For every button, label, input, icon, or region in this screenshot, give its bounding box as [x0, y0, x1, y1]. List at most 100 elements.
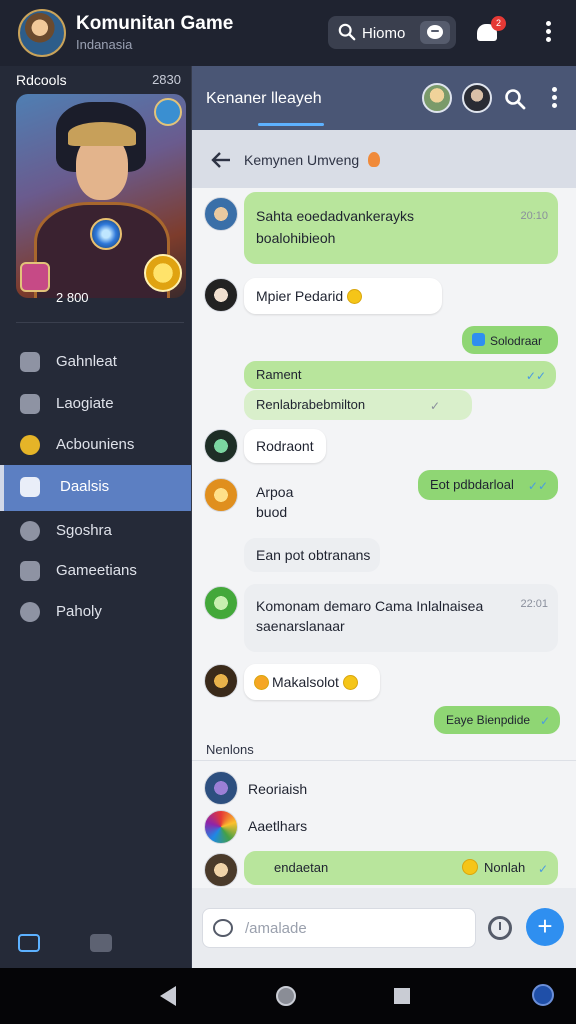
sidebar-item-acbouniens[interactable]: Acbouniens — [0, 423, 191, 467]
sidebar-item-label: Paholy — [56, 603, 102, 620]
mention-item[interactable]: Reoriaish — [248, 781, 307, 797]
message-text: Eot pdbdarloal — [430, 477, 514, 492]
timer-icon[interactable] — [488, 916, 512, 940]
message-text: Renlabrabebmilton — [256, 397, 366, 412]
avatar[interactable] — [204, 429, 238, 463]
sidebar-item-label: Laogiate — [56, 395, 114, 412]
message-text: buod — [256, 504, 288, 520]
message-text: endaetan — [274, 860, 329, 875]
edit-icon[interactable] — [18, 934, 40, 952]
message-text: Mpier Pedarid — [256, 286, 363, 306]
system-nav-bar — [0, 968, 576, 1024]
nav-recents-icon[interactable] — [394, 988, 410, 1004]
message-text: Rodraont — [256, 438, 314, 454]
mini-avatar-icon — [20, 262, 50, 292]
avatar[interactable] — [204, 664, 238, 698]
chart-icon — [20, 394, 40, 414]
app-title: Komunitan Game — [76, 13, 234, 34]
badge-icon — [20, 435, 40, 455]
home-icon — [20, 477, 40, 497]
read-check-icon: ✓✓ — [525, 369, 546, 383]
message-bubble[interactable]: Sahta eoedadvankerayks boalohibieoh 20:1… — [244, 192, 558, 264]
smile-emoji-icon — [462, 859, 478, 875]
add-button[interactable]: + — [526, 908, 564, 946]
sidebar-item-gahnleat[interactable]: Gahnleat — [0, 340, 191, 384]
mentions-section-label: Nenlons — [206, 742, 254, 757]
avatar[interactable] — [204, 478, 238, 512]
sidebar-item-label: Daalsis — [60, 478, 110, 495]
search-icon — [338, 23, 356, 41]
sidebar-header-label: Rdcools — [16, 72, 67, 88]
smile-emoji-icon — [342, 675, 358, 690]
tag-icon[interactable] — [90, 934, 112, 952]
notification-badge: 2 — [491, 16, 506, 31]
channel-title: Kemynen Umveng — [244, 152, 360, 168]
message-bubble[interactable]: Ean pot obtranans — [244, 538, 380, 572]
message-bubble[interactable]: Mpier Pedarid — [244, 278, 442, 314]
avatar[interactable] — [204, 586, 238, 620]
avatar[interactable] — [204, 810, 238, 844]
avatar[interactable] — [204, 197, 238, 231]
message-bubble[interactable]: Eot pdbdarloal ✓✓ — [418, 470, 558, 500]
message-bubble[interactable]: endaetan Nonlah ✓ — [244, 851, 558, 885]
message-bubble[interactable]: Rodraont — [244, 429, 326, 463]
message-input[interactable]: /amalade — [202, 908, 476, 948]
composer-bar: /amalade + — [192, 888, 576, 968]
chat-more-icon[interactable] — [544, 85, 564, 111]
message-text: Eaye Bienpdide — [446, 713, 531, 727]
chat-header: Kenaner lleayeh — [192, 66, 576, 130]
sent-check-icon: ✓ — [429, 399, 440, 413]
mention-item[interactable]: Aaetlhars — [248, 818, 307, 834]
sidebar-item-laogiate[interactable]: Laogiate — [0, 382, 191, 426]
back-arrow-icon[interactable] — [210, 150, 232, 170]
message-bubble[interactable]: Renlabrabebmilton ✓ — [244, 390, 472, 420]
hero-score: 2 800 — [56, 290, 89, 305]
chat-title: Kenaner lleayeh — [206, 90, 322, 107]
sidebar-divider — [16, 322, 184, 323]
search-label: Hiomo — [362, 25, 406, 42]
sad-emoji-icon — [254, 675, 269, 690]
avatar[interactable] — [204, 853, 238, 887]
read-check-icon: ✓ — [537, 862, 548, 876]
nav-home-icon[interactable] — [276, 986, 296, 1006]
attach-icon[interactable] — [213, 919, 233, 937]
message-bubble[interactable]: Rament ✓✓ — [244, 361, 556, 389]
check-badge-icon — [472, 333, 485, 346]
message-bubble[interactable]: Komonam demaro Cama Inlalnaisea saenarsl… — [244, 584, 558, 652]
message-text: Makalsolot — [254, 672, 358, 692]
member-avatar[interactable] — [462, 83, 492, 113]
sidebar-item-daalsis[interactable]: Daalsis — [0, 465, 191, 511]
message-text: Solodraar — [490, 334, 543, 348]
chat-icon — [20, 602, 40, 622]
message-text: Arpoa — [256, 484, 294, 500]
message-bubble[interactable]: Eaye Bienpdide ✓ — [434, 706, 560, 734]
top-bar: Komunitan Game Indanasia Hiomo 2 — [0, 0, 576, 66]
member-avatar[interactable] — [422, 83, 452, 113]
notifications-button[interactable]: 2 — [475, 16, 506, 44]
avatar[interactable] — [204, 771, 238, 805]
message-bubble[interactable]: Solodraar — [462, 326, 558, 354]
app-avatar[interactable] — [18, 9, 66, 57]
app-subtitle: Indanasia — [76, 37, 133, 52]
section-divider — [192, 760, 576, 761]
avatar[interactable] — [204, 278, 238, 312]
messages-button[interactable] — [420, 21, 450, 44]
assistant-icon[interactable] — [532, 984, 554, 1006]
sidebar-item-paholy[interactable]: Paholy — [0, 590, 191, 634]
sidebar-item-sgoshra[interactable]: Sgoshra — [0, 509, 191, 553]
search-button[interactable]: Hiomo — [328, 16, 456, 49]
gamepad-icon — [20, 561, 40, 581]
sidebar-item-gameetians[interactable]: Gameetians — [0, 549, 191, 593]
message-text: saenarslanaar — [256, 618, 345, 634]
hero-card[interactable] — [16, 94, 186, 298]
search-icon[interactable] — [504, 88, 526, 110]
sidebar-item-label: Gameetians — [56, 562, 137, 579]
nav-back-icon[interactable] — [160, 986, 176, 1006]
active-tab-indicator — [258, 123, 324, 126]
sidebar-item-label: Acbouniens — [56, 436, 135, 453]
more-menu-icon[interactable] — [538, 19, 558, 45]
smile-emoji-icon — [347, 289, 363, 304]
flame-icon — [368, 152, 380, 167]
sidebar-item-label: Gahnleat — [56, 353, 117, 370]
message-bubble[interactable]: Makalsolot — [244, 664, 380, 700]
